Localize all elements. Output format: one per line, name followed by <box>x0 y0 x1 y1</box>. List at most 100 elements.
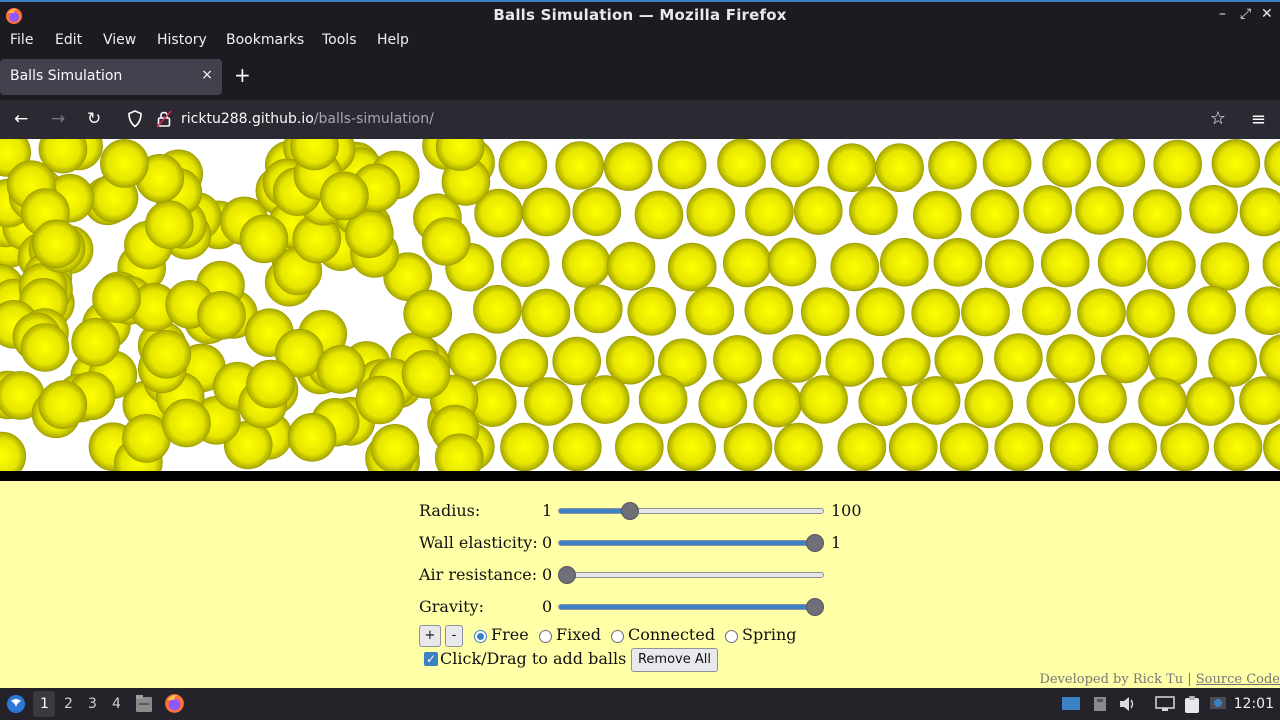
app-menu-icon[interactable]: ≡ <box>1251 109 1266 130</box>
workspace-3[interactable]: 3 <box>88 696 97 712</box>
ball <box>855 287 905 337</box>
file-manager-icon[interactable] <box>135 694 153 714</box>
ball <box>793 186 843 235</box>
ball <box>1239 187 1280 237</box>
wall-elasticity-row: Wall elasticity: 0 1 <box>419 531 879 555</box>
start-menu-icon[interactable] <box>6 694 26 714</box>
firefox-taskbar-icon[interactable] <box>164 693 185 714</box>
storage-icon[interactable] <box>1092 696 1108 712</box>
radio-spring[interactable] <box>725 630 738 643</box>
url-text[interactable]: ricktu288.github.io/balls-simulation/ <box>181 111 434 127</box>
menu-edit[interactable]: Edit <box>55 32 82 48</box>
ball <box>970 189 1020 238</box>
ball <box>71 317 120 367</box>
source-code-link[interactable]: Source Code <box>1196 672 1280 687</box>
menu-tools[interactable]: Tools <box>322 32 357 48</box>
back-button[interactable]: ← <box>14 109 28 129</box>
ball <box>985 239 1034 288</box>
display-icon[interactable] <box>1061 696 1081 712</box>
tab-balls-simulation[interactable]: Balls Simulation × <box>0 59 222 95</box>
ball <box>717 139 766 188</box>
ball <box>1049 422 1099 472</box>
ball <box>1185 377 1235 426</box>
menu-view[interactable]: View <box>103 32 136 48</box>
ball <box>145 200 194 249</box>
ball <box>447 333 497 382</box>
remove-ball-button[interactable]: - <box>445 625 463 647</box>
ball <box>500 422 549 472</box>
url-bar[interactable]: ricktu288.github.io/balls-simulation/ ☆ <box>118 104 1238 134</box>
title-bar: Balls Simulation — Mozilla Firefox – ⤢ ✕ <box>0 0 1280 30</box>
ball <box>1187 285 1236 335</box>
volume-icon[interactable] <box>1119 696 1137 712</box>
workspace-4[interactable]: 4 <box>112 696 121 712</box>
ball <box>1189 185 1238 234</box>
air-resistance-slider[interactable] <box>557 566 824 584</box>
radio-fixed[interactable] <box>539 630 552 643</box>
radio-free-label[interactable]: Free <box>491 625 529 644</box>
add-ball-button[interactable]: + <box>419 625 441 647</box>
radio-fixed-label[interactable]: Fixed <box>556 625 601 644</box>
click-drag-label[interactable]: Click/Drag to add balls <box>440 649 626 668</box>
ball <box>197 291 246 340</box>
tab-bar: Balls Simulation × + <box>0 54 1280 100</box>
maximize-button[interactable]: ⤢ <box>1240 6 1251 22</box>
ball <box>1239 376 1280 425</box>
reload-button[interactable]: ↻ <box>87 109 101 129</box>
ball <box>403 289 453 339</box>
wall-elasticity-label: Wall elasticity: <box>419 533 538 552</box>
radio-free[interactable] <box>474 630 487 643</box>
lock-insecure-icon[interactable] <box>156 110 172 128</box>
wall-elasticity-slider[interactable] <box>558 534 825 552</box>
shield-icon[interactable] <box>127 110 143 128</box>
radius-slider[interactable] <box>558 502 824 520</box>
radio-connected[interactable] <box>611 630 624 643</box>
network-icon[interactable] <box>1155 696 1175 712</box>
ball <box>1046 334 1095 383</box>
radio-spring-label[interactable]: Spring <box>742 625 797 644</box>
menu-file[interactable]: File <box>10 32 33 48</box>
updates-icon[interactable] <box>1209 696 1227 712</box>
gravity-slider-knob[interactable] <box>806 598 825 616</box>
url-host: ricktu288.github.io <box>181 111 314 127</box>
ball <box>849 186 898 236</box>
wall-elasticity-slider-knob[interactable] <box>806 534 825 552</box>
ball <box>1264 140 1280 187</box>
ball <box>875 143 924 193</box>
radio-connected-label[interactable]: Connected <box>628 625 715 644</box>
bookmark-star-icon[interactable]: ☆ <box>1210 108 1226 129</box>
ball <box>320 171 369 221</box>
ball <box>685 286 735 336</box>
ball <box>614 422 664 472</box>
ball <box>1262 240 1280 288</box>
menu-help[interactable]: Help <box>377 32 409 48</box>
simulation-canvas[interactable] <box>0 139 1280 481</box>
clipboard-icon[interactable] <box>1183 696 1201 714</box>
tab-close-icon[interactable]: × <box>201 67 213 83</box>
close-window-button[interactable]: ✕ <box>1261 6 1273 22</box>
gravity-slider[interactable] <box>558 598 825 616</box>
minimize-button[interactable]: – <box>1219 6 1226 22</box>
forward-button[interactable]: → <box>51 109 65 129</box>
ball <box>370 423 420 473</box>
click-drag-checkbox[interactable]: ✓ <box>424 652 438 666</box>
ball <box>1213 422 1263 472</box>
ball <box>1211 139 1261 188</box>
ball <box>142 330 191 379</box>
ball <box>744 286 794 335</box>
menu-history[interactable]: History <box>157 32 207 48</box>
ball <box>38 380 88 430</box>
new-tab-button[interactable]: + <box>234 65 251 85</box>
workspace-2[interactable]: 2 <box>64 696 73 712</box>
remove-all-button[interactable]: Remove All <box>631 648 718 672</box>
ball <box>1077 288 1126 337</box>
workspace-1[interactable]: 1 <box>40 696 49 712</box>
menu-bookmarks[interactable]: Bookmarks <box>226 32 304 48</box>
radius-min-label: 1 <box>542 501 553 520</box>
radius-slider-knob[interactable] <box>621 502 640 520</box>
ball <box>606 241 656 291</box>
credit-separator: | <box>1183 672 1196 687</box>
credit-text: Developed by Rick Tu <box>1039 672 1184 687</box>
ball <box>713 335 762 384</box>
air-resistance-slider-knob[interactable] <box>557 566 576 584</box>
